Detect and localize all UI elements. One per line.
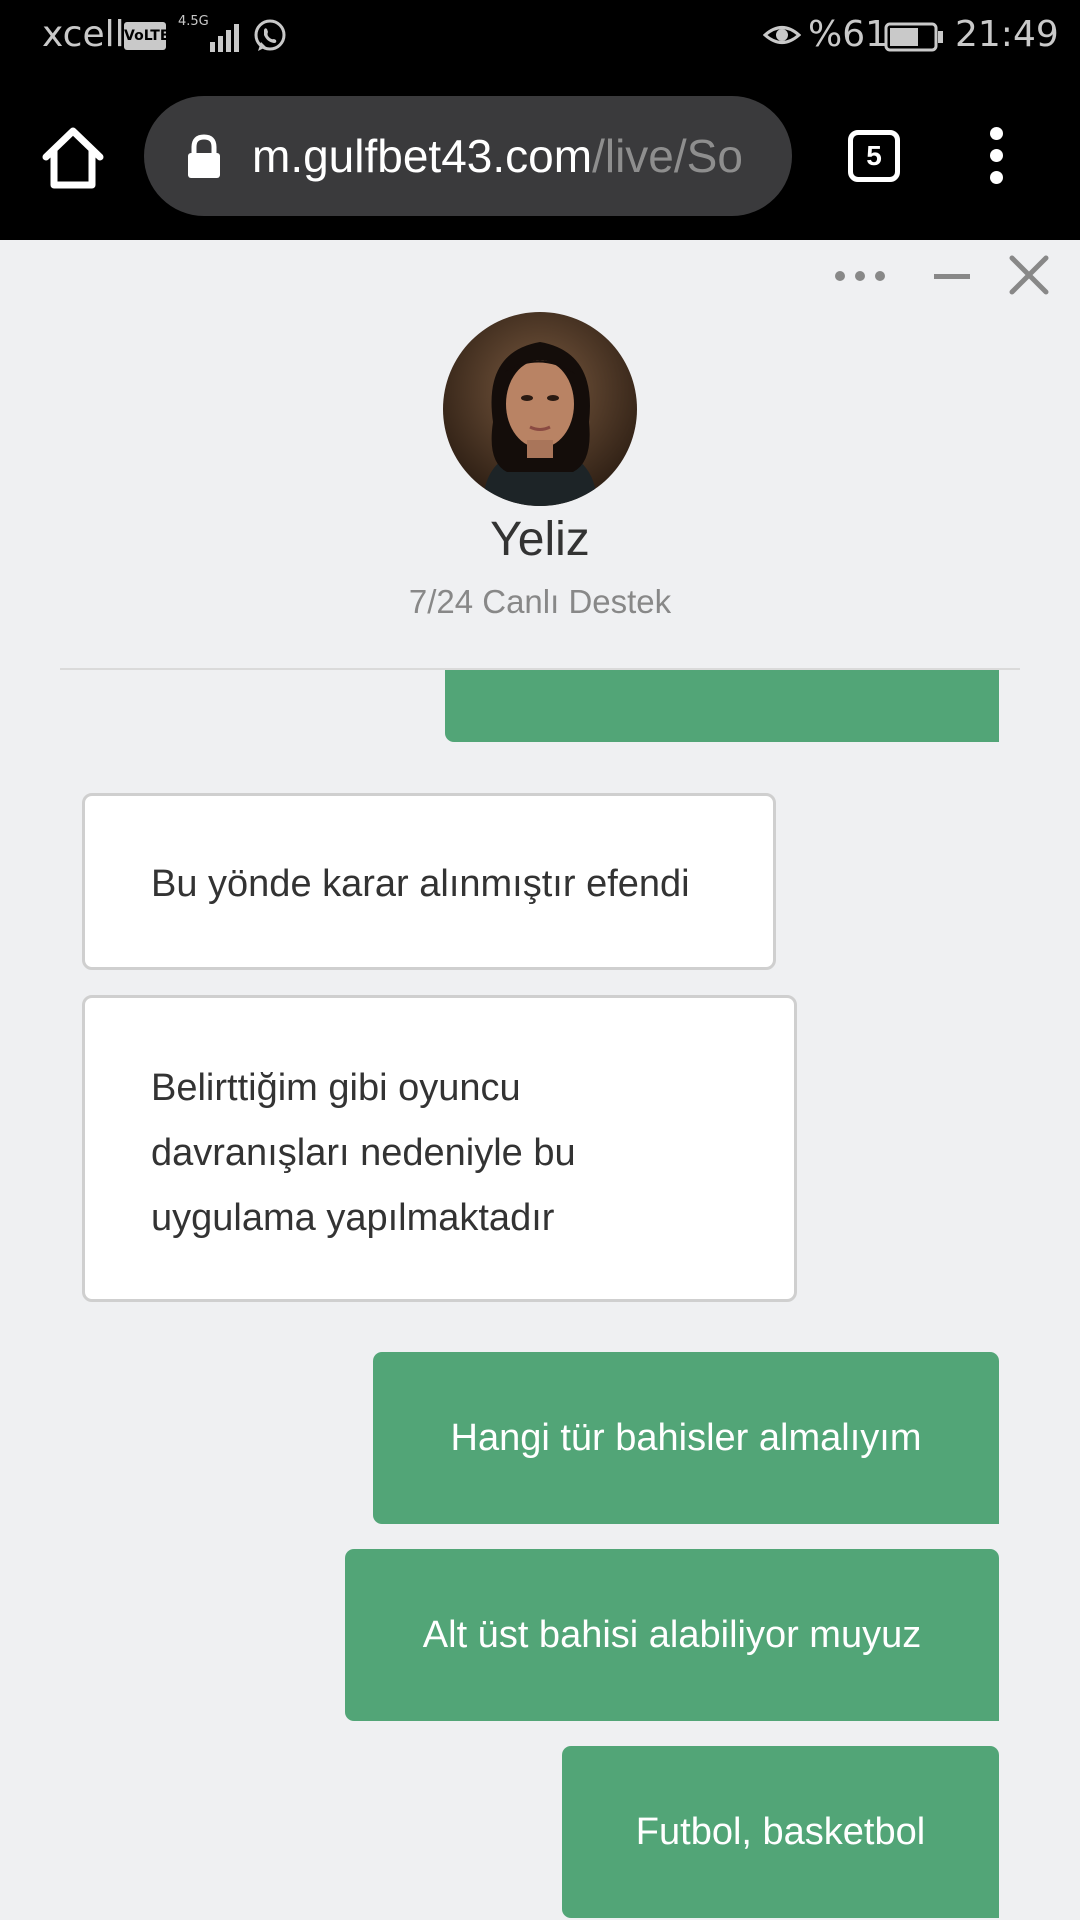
tab-switcher-button[interactable]: 5 bbox=[848, 130, 900, 182]
signal-icon bbox=[210, 24, 239, 52]
agent-role: 7/24 Canlı Destek bbox=[408, 583, 672, 620]
message-incoming: Bu yönde karar alınmıştır efendi bbox=[82, 793, 776, 970]
message-outgoing: Alt üst bahisi alabiliyor muyuz bbox=[345, 1549, 999, 1721]
url-path: /live/So bbox=[592, 130, 743, 182]
browser-toolbar: m.gulfbet43.com/live/So 5 bbox=[0, 75, 1080, 240]
more-icon[interactable] bbox=[832, 264, 888, 288]
agent-name: Yeliz bbox=[490, 513, 590, 566]
message-incoming: Belirttiğim gibi oyuncu davranışları ned… bbox=[82, 995, 797, 1302]
message-list[interactable]: Bu yönde karar alınmıştır efendi Belirtt… bbox=[0, 670, 1080, 1920]
minimize-icon[interactable] bbox=[932, 262, 972, 290]
volte-badge: VoLTE bbox=[124, 22, 169, 50]
overflow-menu-icon[interactable] bbox=[984, 127, 1008, 187]
carrier-name: xcell bbox=[42, 14, 125, 55]
status-bar: xcell VoLTE 4.5G %61 21:49 bbox=[0, 0, 1080, 75]
battery-percent: %61 bbox=[808, 14, 889, 55]
message-outgoing: Hangi tür bahisler almalıyım bbox=[373, 1352, 999, 1524]
close-icon[interactable] bbox=[1008, 254, 1050, 296]
home-icon[interactable] bbox=[40, 125, 106, 191]
eye-icon bbox=[763, 26, 801, 44]
message-outgoing: Futbol, basketbol bbox=[562, 1746, 999, 1918]
address-bar[interactable]: m.gulfbet43.com/live/So bbox=[144, 96, 792, 216]
message-outgoing bbox=[445, 670, 999, 742]
network-type: 4.5G bbox=[178, 14, 209, 29]
whatsapp-icon bbox=[254, 19, 286, 51]
agent-avatar bbox=[443, 312, 637, 506]
url-host: m.gulfbet43.com bbox=[252, 130, 593, 182]
lock-icon bbox=[188, 134, 220, 178]
url-text[interactable]: m.gulfbet43.com/live/So bbox=[252, 128, 772, 184]
battery-icon bbox=[884, 22, 943, 52]
clock: 21:49 bbox=[955, 14, 1059, 55]
